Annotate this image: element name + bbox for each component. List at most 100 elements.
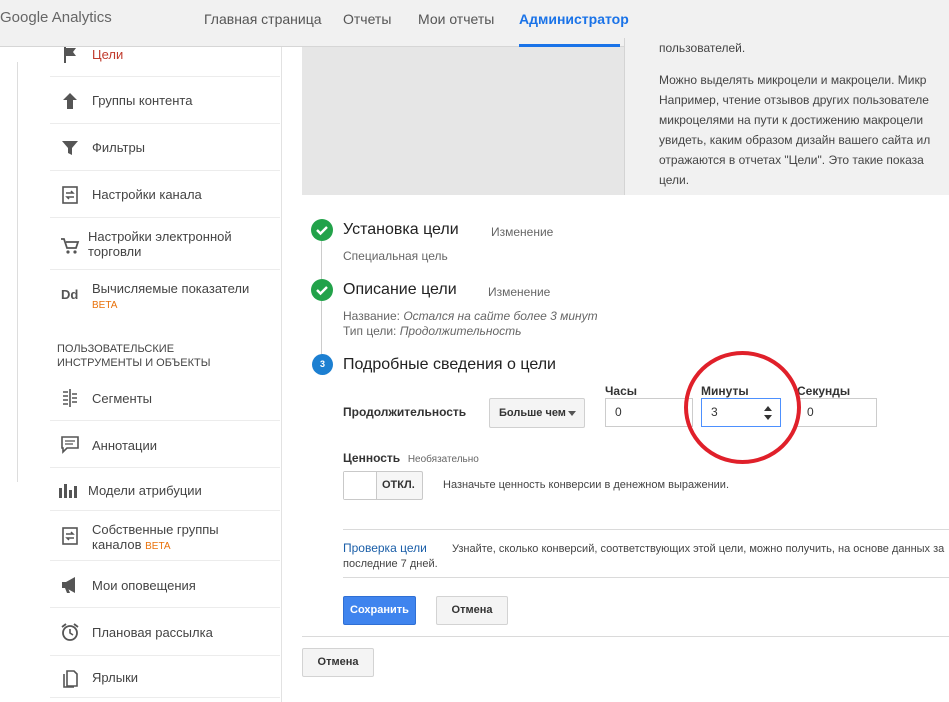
goal-name-value: Остался на сайте более 3 минут	[403, 309, 598, 323]
sidebar-item-segments[interactable]: Сегменты	[50, 374, 280, 421]
checkmark-icon	[316, 226, 328, 236]
sidebar-item-shortcuts[interactable]: Ярлыки	[50, 656, 280, 698]
step-complete-indicator	[311, 279, 333, 301]
comparison-value: Больше чем	[499, 407, 566, 419]
logo-google: Google	[0, 9, 49, 26]
toggle-label: ОТКЛ.	[382, 479, 415, 491]
sidebar-item-attribution[interactable]: Модели атрибуции	[50, 468, 280, 511]
nav-admin[interactable]: Администратор	[519, 0, 629, 47]
duration-label: Продолжительность	[343, 405, 467, 419]
sidebar-item-filters[interactable]: Фильтры	[50, 124, 280, 171]
section-heading-line-1: ПОЛЬЗОВАТЕЛЬСКИЕ	[57, 343, 175, 355]
channel-settings-icon	[62, 186, 78, 204]
info-line: отражаются в отчетах "Цели". Это такие п…	[659, 153, 924, 167]
step-complete-indicator	[311, 219, 333, 241]
step-3-number: 3	[312, 354, 333, 375]
label-line-2: каналов	[92, 537, 142, 552]
left-divider	[17, 62, 18, 482]
chevron-down-icon	[568, 411, 576, 416]
dd-icon: Dd	[61, 287, 79, 302]
info-line: микроцелями на пути к достижению макроце…	[659, 113, 924, 127]
sidebar-item-label: Вычисляемые показатели BETA	[92, 281, 249, 313]
alarm-icon	[61, 623, 79, 641]
value-hint: Назначьте ценность конверсии в денежном …	[443, 479, 729, 491]
footer-cancel-button[interactable]: Отмена	[302, 648, 374, 677]
verify-description-2: последние 7 дней.	[343, 558, 438, 570]
divider	[343, 577, 949, 578]
red-annotation-circle	[684, 351, 801, 464]
sidebar-item-calculated-metrics[interactable]: Dd Вычисляемые показатели BETA	[50, 270, 280, 325]
comparison-dropdown[interactable]: Больше чем	[489, 398, 585, 428]
seconds-label: Секунды	[797, 384, 851, 398]
section-heading-tools: ПОЛЬЗОВАТЕЛЬСКИЕ ИНСТРУМЕНТЫ И ОБЪЕКТЫ	[57, 342, 277, 370]
logo-analytics: Analytics	[51, 9, 112, 26]
sidebar-item-label: Ярлыки	[92, 670, 139, 685]
goal-type-label: Тип цели:	[343, 324, 397, 338]
step-1-subtitle: Специальная цель	[343, 249, 448, 263]
sidebar-item-custom-channel-groups[interactable]: Собственные группы каналов BETA	[50, 511, 280, 561]
label-line-1: Настройки электронной	[88, 229, 232, 244]
sidebar-item-label: Аннотации	[92, 438, 157, 453]
divider	[302, 636, 949, 637]
goal-type-row: Тип цели: Продолжительность	[343, 324, 521, 338]
preview-panel	[302, 47, 624, 195]
step-1-title: Установка цели	[343, 221, 459, 238]
shortcuts-icon	[63, 670, 78, 688]
checkmark-icon	[316, 286, 328, 296]
channel-groups-icon	[62, 527, 78, 545]
info-line: Можно выделять микроцели и макроцели. Ми…	[659, 73, 927, 87]
sidebar-item-annotations[interactable]: Аннотации	[50, 421, 280, 468]
sidebar-item-channel-settings[interactable]: Настройки канала	[50, 171, 280, 218]
step-2-edit-link[interactable]: Изменение	[488, 285, 550, 299]
verify-description: Узнайте, сколько конверсий, соответствую…	[452, 543, 945, 555]
verify-goal-link[interactable]: Проверка цели	[343, 541, 427, 555]
sidebar-item-label: Цели	[92, 47, 124, 62]
sidebar-item-goals[interactable]: Цели	[50, 47, 280, 77]
sidebar-item-alerts[interactable]: Мои оповещения	[50, 561, 280, 608]
value-toggle[interactable]: ОТКЛ.	[343, 471, 423, 500]
label-line-1: Собственные группы	[92, 522, 219, 537]
step-2-title: Описание цели	[343, 281, 457, 298]
info-line: пользователей.	[659, 41, 746, 55]
goal-info-text: пользователей. Можно выделять микроцели …	[624, 38, 949, 195]
value-label: Ценность	[343, 451, 401, 465]
label-line-2: торговли	[88, 244, 142, 259]
sidebar-item-scheduled-emails[interactable]: Плановая рассылка	[50, 608, 280, 656]
admin-sidebar: Цели Группы контента Фильтры Настройки к…	[50, 47, 282, 702]
toggle-knob	[344, 472, 377, 499]
sidebar-item-label: Сегменты	[92, 391, 153, 406]
info-line: Например, чтение отзывов других пользова…	[659, 93, 929, 107]
flag-icon	[64, 47, 76, 63]
hours-label: Часы	[605, 384, 638, 398]
goal-name-label: Название:	[343, 309, 400, 323]
sidebar-item-content-groups[interactable]: Группы контента	[50, 77, 280, 124]
label-line-1: Вычисляемые показатели	[92, 281, 250, 296]
step-1-edit-link[interactable]: Изменение	[491, 225, 553, 239]
hours-input[interactable]: 0	[605, 398, 693, 427]
cancel-button[interactable]: Отмена	[436, 596, 508, 625]
google-analytics-logo[interactable]: Google Analytics	[0, 9, 112, 26]
segments-icon	[63, 389, 77, 407]
nav-my-reports[interactable]: Мои отчеты	[418, 0, 494, 47]
sidebar-item-label: Модели атрибуции	[88, 483, 202, 498]
sidebar-item-label: Плановая рассылка	[92, 625, 213, 640]
beta-badge: BETA	[92, 300, 118, 311]
sidebar-item-label: Фильтры	[92, 140, 146, 155]
save-button[interactable]: Сохранить	[343, 596, 416, 625]
step-connector	[321, 301, 322, 355]
annotations-icon	[61, 436, 79, 454]
nav-home[interactable]: Главная страница	[204, 0, 322, 47]
seconds-input[interactable]: 0	[797, 398, 877, 427]
sidebar-item-label: Настройки электронной торговли	[88, 229, 232, 259]
sidebar-item-label: Собственные группы каналов BETA	[92, 522, 219, 554]
sidebar-item-label: Мои оповещения	[92, 578, 196, 593]
step-connector	[321, 241, 322, 279]
step-3-title: Подробные сведения о цели	[343, 356, 556, 373]
sidebar-item-ecommerce[interactable]: Настройки электронной торговли	[50, 218, 280, 270]
content-groups-icon	[63, 93, 77, 109]
goal-name-row: Название: Остался на сайте более 3 минут	[343, 309, 598, 323]
optional-label: Необязательно	[407, 454, 479, 465]
nav-reports[interactable]: Отчеты	[343, 0, 391, 47]
section-heading-line-2: ИНСТРУМЕНТЫ И ОБЪЕКТЫ	[57, 357, 211, 369]
value-label-row: Ценность Необязательно	[343, 450, 479, 465]
